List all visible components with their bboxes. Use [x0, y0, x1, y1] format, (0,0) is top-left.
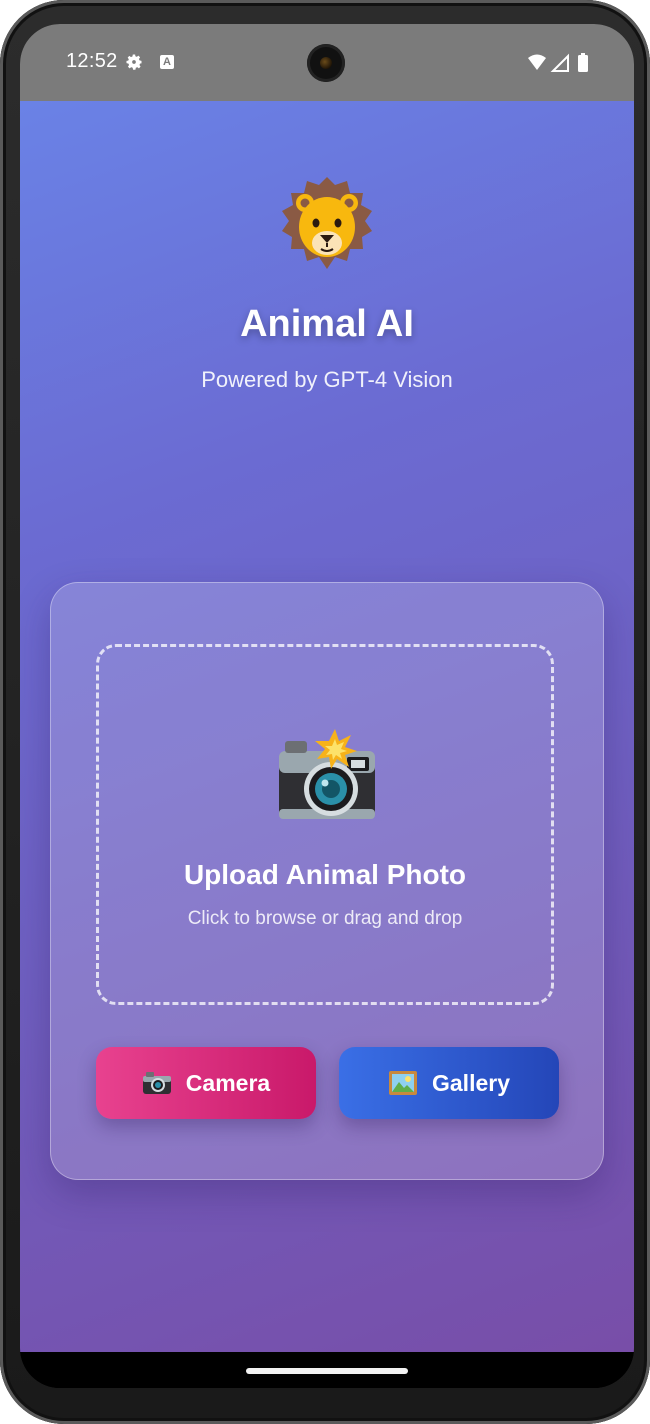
upload-title: Upload Animal Photo	[183, 859, 467, 890]
camera-icon	[142, 1072, 171, 1094]
camera-button-label: Camera	[185, 1069, 271, 1096]
gallery-button-label: Gallery	[432, 1069, 510, 1096]
upload-card: Upload Animal Photo Click to browse or d…	[50, 582, 604, 1180]
camera-with-flash-icon	[279, 729, 375, 819]
app-subtitle: Powered by GPT-4 Vision	[201, 367, 453, 392]
screen: 12:52 A Animal AI Powered by GPT-4 Visio…	[20, 24, 634, 1388]
battery-icon	[578, 55, 588, 72]
front-camera	[307, 44, 345, 82]
home-indicator[interactable]	[246, 1368, 408, 1374]
framed-picture-icon	[389, 1071, 417, 1095]
app-area: Animal AI Powered by GPT-4 Vision Upload…	[20, 101, 634, 1352]
upload-hint: Click to browse or drag and drop	[187, 908, 463, 929]
status-indicators	[528, 53, 588, 72]
status-time: 12:52	[66, 50, 118, 72]
a-badge-icon: A	[160, 55, 174, 69]
camera-button[interactable]: Camera	[96, 1047, 316, 1119]
wifi-icon	[528, 54, 546, 70]
gear-icon	[126, 54, 142, 70]
status-bar: 12:52 A	[20, 24, 634, 101]
signal-icon	[550, 53, 569, 72]
gallery-button[interactable]: Gallery	[339, 1047, 559, 1119]
lion-face-icon	[282, 177, 372, 269]
navigation-bar	[20, 1352, 634, 1388]
app-title: Animal AI	[240, 303, 414, 345]
phone-frame: 12:52 A Animal AI Powered by GPT-4 Visio…	[0, 0, 650, 1424]
upload-dropzone[interactable]: Upload Animal Photo Click to browse or d…	[96, 644, 554, 1005]
